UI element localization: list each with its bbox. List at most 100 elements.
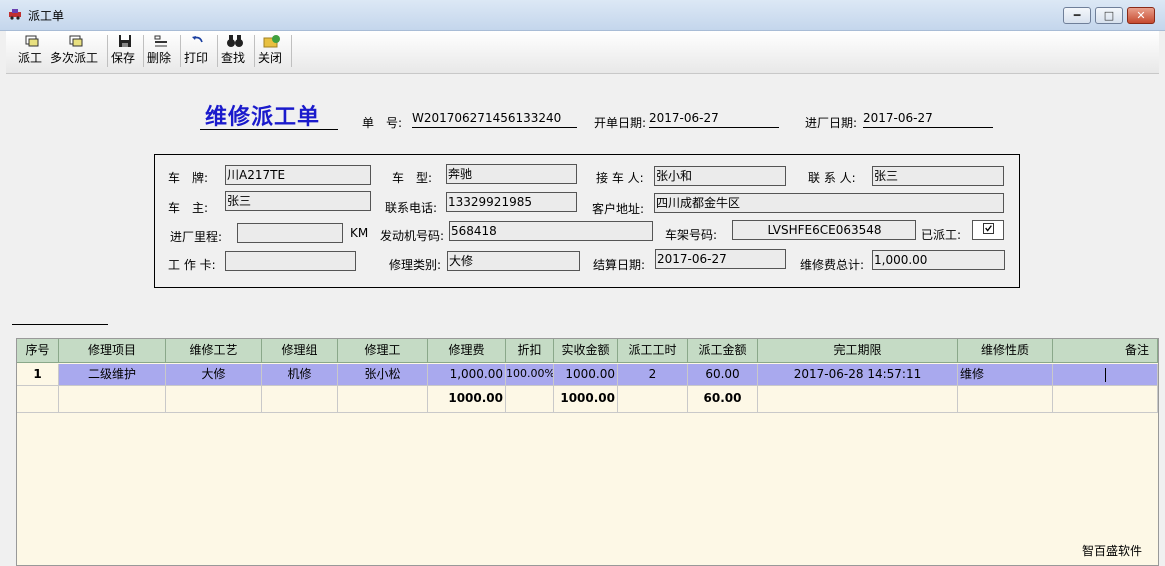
table-row-cell-discount[interactable]: 100.00% xyxy=(506,364,554,386)
toolbar-separator xyxy=(217,35,218,67)
column-header-hours[interactable]: 派工工时 xyxy=(618,339,688,363)
totals-cell-empty xyxy=(338,386,428,413)
owner-field[interactable]: 张三 xyxy=(225,191,371,211)
vin-label: 车架号码: xyxy=(665,228,718,242)
column-header-nature[interactable]: 维修性质 xyxy=(958,339,1053,363)
table-row-cell-process[interactable]: 大修 xyxy=(166,364,262,386)
contact-field[interactable]: 张三 xyxy=(872,166,1004,186)
workcard-label: 工 作 卡: xyxy=(168,258,216,272)
contact-label: 联 系 人: xyxy=(808,171,856,185)
entry-date-label: 进厂日期: xyxy=(805,116,858,130)
mileage-field[interactable] xyxy=(237,223,343,243)
repair-type-field[interactable]: 大修 xyxy=(447,251,580,271)
dispatched-checkbox[interactable] xyxy=(972,220,1004,240)
toolbar-separator xyxy=(291,35,292,67)
column-header-item[interactable]: 修理项目 xyxy=(59,339,166,363)
close-button[interactable]: 关闭 xyxy=(258,33,286,69)
total-fee-field[interactable]: 1,000.00 xyxy=(872,250,1005,270)
dispatched-label: 已派工: xyxy=(921,228,962,242)
column-header-index[interactable]: 序号 xyxy=(17,339,59,363)
totals-cell-empty xyxy=(958,386,1053,413)
settle-date-field[interactable]: 2017-06-27 xyxy=(655,249,786,269)
folder-exit-icon xyxy=(263,35,280,48)
engine-label: 发动机号码: xyxy=(380,229,445,243)
delete-button[interactable]: 删除 xyxy=(147,33,175,69)
delete-icon xyxy=(154,35,167,47)
toolbar-separator xyxy=(107,35,108,67)
model-field[interactable]: 奔驰 xyxy=(446,164,577,184)
column-header-actual[interactable]: 实收金额 xyxy=(554,339,618,363)
column-header-discount[interactable]: 折扣 xyxy=(506,339,554,363)
totals-cell-empty xyxy=(17,386,59,413)
address-field[interactable]: 四川成都金牛区 xyxy=(654,193,1004,213)
table-row-cell-fee[interactable]: 1,000.00 xyxy=(428,364,506,386)
table-row-cell-worker[interactable]: 张小松 xyxy=(338,364,428,386)
repair-type-label: 修理类别: xyxy=(389,258,442,272)
total-fee-label: 维修费总计: xyxy=(800,258,865,272)
table-row-cell-index[interactable]: 1 xyxy=(17,364,59,386)
engine-field[interactable]: 568418 xyxy=(449,221,653,241)
open-date-value: 2017-06-27 xyxy=(649,110,779,128)
undo-arrow-icon xyxy=(192,36,203,43)
totals-cell-empty xyxy=(506,386,554,413)
binoculars-icon xyxy=(227,35,243,47)
save-button[interactable]: 保存 xyxy=(111,33,139,69)
column-header-remark[interactable]: 备注 xyxy=(1053,339,1158,363)
column-header-process[interactable]: 维修工艺 xyxy=(166,339,262,363)
column-header-amount[interactable]: 派工金额 xyxy=(688,339,758,363)
order-no-label: 单 号: xyxy=(362,116,403,130)
totals-cell-empty xyxy=(618,386,688,413)
phone-field[interactable]: 13329921985 xyxy=(446,192,577,212)
workcard-field[interactable] xyxy=(225,251,356,271)
column-header-worker[interactable]: 修理工 xyxy=(338,339,428,363)
totals-cell-empty xyxy=(262,386,338,413)
totals-cell-amount: 60.00 xyxy=(688,386,758,413)
table-row-cell-deadline[interactable]: 2017-06-28 14:57:11 xyxy=(758,364,958,386)
table-row-cell-amount[interactable]: 60.00 xyxy=(688,364,758,386)
settle-date-label: 结算日期: xyxy=(593,258,646,272)
toolbar-separator xyxy=(180,35,181,67)
receiver-field[interactable]: 张小和 xyxy=(654,166,786,186)
order-no-value: W201706271456133240 xyxy=(412,110,577,128)
toolbar-separator xyxy=(254,35,255,67)
brand-label: 智百盛软件 xyxy=(1082,544,1143,558)
minimize-button[interactable]: ━ xyxy=(1063,7,1091,24)
multi-dispatch-button[interactable]: 多次派工 xyxy=(50,33,102,69)
dispatch-table: 序号 修理项目 维修工艺 修理组 修理工 修理费 折扣 实收金额 派工工时 派工… xyxy=(16,338,1159,566)
totals-cell-empty xyxy=(1053,386,1158,413)
table-row-cell-nature[interactable]: 维修 xyxy=(958,364,1053,386)
column-header-deadline[interactable]: 完工期限 xyxy=(758,339,958,363)
table-row-cell-actual[interactable]: 1000.00 xyxy=(554,364,618,386)
table-row-cell-item[interactable]: 二级维护 xyxy=(59,364,166,386)
table-row-cell-hours[interactable]: 2 xyxy=(618,364,688,386)
toolbar: 派工 多次派工 保存 删除 打印 查找 关闭 xyxy=(6,31,1159,74)
dispatch-button[interactable]: 派工 xyxy=(18,33,46,69)
table-row-cell-group[interactable]: 机修 xyxy=(262,364,338,386)
table-row-cell-remark[interactable] xyxy=(1053,364,1158,386)
close-window-button[interactable]: ✕ xyxy=(1127,7,1155,24)
totals-cell-empty xyxy=(166,386,262,413)
find-button[interactable]: 查找 xyxy=(221,33,249,69)
vin-field[interactable]: LVSHFE6CE063548 xyxy=(732,220,916,240)
totals-cell-empty xyxy=(59,386,166,413)
print-button[interactable]: 打印 xyxy=(184,33,212,69)
mileage-unit: KM xyxy=(350,226,369,240)
plate-field[interactable]: 川A217TE xyxy=(225,165,371,185)
column-header-fee[interactable]: 修理费 xyxy=(428,339,506,363)
column-header-group[interactable]: 修理组 xyxy=(262,339,338,363)
title-bar: 派工单 ━ □ ✕ xyxy=(0,0,1165,31)
save-icon xyxy=(119,35,131,47)
totals-cell-fee: 1000.00 xyxy=(428,386,506,413)
title-underline xyxy=(200,129,338,130)
model-label: 车 型: xyxy=(392,171,433,185)
entry-date-value: 2017-06-27 xyxy=(863,110,993,128)
dispatch-icon xyxy=(25,35,39,47)
totals-cell-actual: 1000.00 xyxy=(554,386,618,413)
totals-cell-empty xyxy=(758,386,958,413)
page-title: 维修派工单 xyxy=(205,104,321,130)
toolbar-separator xyxy=(143,35,144,67)
maximize-button[interactable]: □ xyxy=(1095,7,1123,24)
checkmark-icon xyxy=(983,223,994,234)
divider-line xyxy=(12,324,108,325)
receiver-label: 接 车 人: xyxy=(596,171,644,185)
